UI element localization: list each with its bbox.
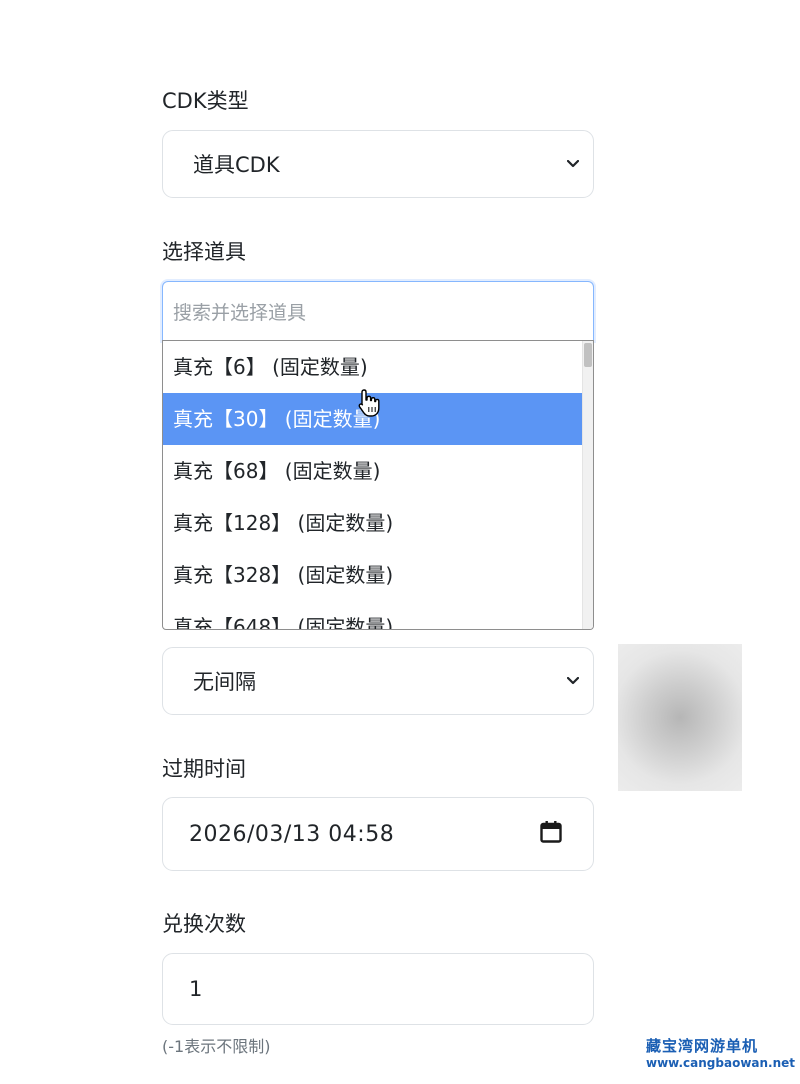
watermark-name: 藏宝湾网游单机 — [646, 1037, 759, 1055]
dropdown-option[interactable]: 真充【68】 (固定数量) — [163, 445, 583, 497]
dropdown-option[interactable]: 真充【328】 (固定数量) — [163, 549, 583, 601]
watermark-url: www.cangbaowan.net — [646, 1056, 796, 1070]
expiry-label: 过期时间 — [162, 757, 246, 781]
item-search-input[interactable]: 搜索并选择道具 — [162, 281, 594, 341]
dropdown-option[interactable]: 真充【648】 (固定数量) — [163, 601, 583, 629]
cdk-type-value: 道具CDK — [193, 153, 280, 177]
hand-cursor-icon — [357, 388, 381, 422]
item-dropdown-list[interactable]: 真充【6】 (固定数量) 真充【30】 (固定数量) 真充【68】 (固定数量)… — [162, 340, 594, 630]
redeem-count-label: 兑换次数 — [162, 912, 246, 936]
dropdown-scrollbar[interactable] — [582, 341, 593, 629]
watermark-logo: 藏宝湾网游单机 www.cangbaowan.net — [642, 1032, 796, 1076]
redeem-count-hint: (-1表示不限制) — [162, 1037, 271, 1056]
redeem-count-input[interactable]: 1 — [162, 953, 594, 1025]
chevron-down-icon — [567, 158, 579, 170]
blurred-image — [618, 644, 742, 791]
interval-value: 无间隔 — [193, 670, 256, 694]
expiry-value: 2026/03/13 04:58 — [189, 821, 395, 847]
calendar-icon[interactable] — [539, 820, 563, 848]
dropdown-option[interactable]: 真充【6】 (固定数量) — [163, 341, 583, 393]
item-select-label: 选择道具 — [162, 240, 246, 264]
expiry-datetime-input[interactable]: 2026/03/13 04:58 — [162, 797, 594, 871]
cdk-type-select[interactable]: 道具CDK — [162, 130, 594, 198]
redeem-count-value: 1 — [189, 977, 203, 1001]
item-search-placeholder: 搜索并选择道具 — [173, 302, 307, 324]
chevron-down-icon — [567, 675, 579, 687]
cdk-type-label: CDK类型 — [162, 89, 249, 113]
interval-select[interactable]: 无间隔 — [162, 647, 594, 715]
dropdown-scroll-thumb[interactable] — [584, 343, 592, 367]
dropdown-option[interactable]: 真充【128】 (固定数量) — [163, 497, 583, 549]
